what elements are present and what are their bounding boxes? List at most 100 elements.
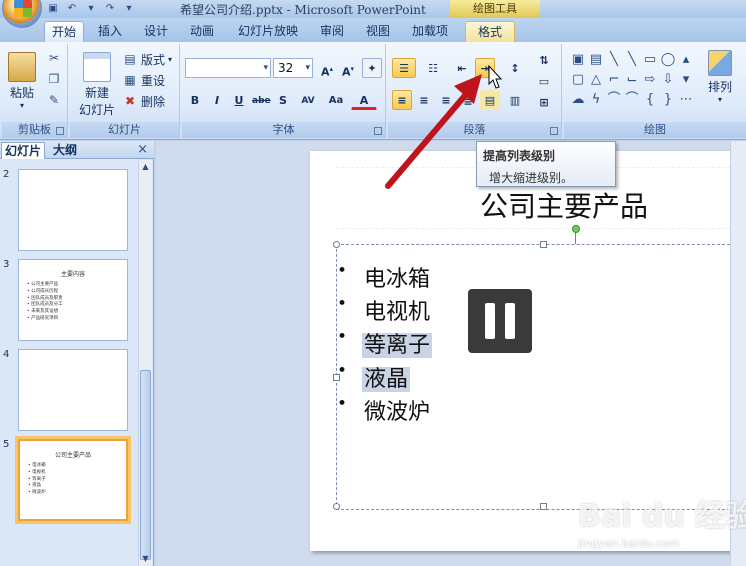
shadow-button[interactable]: S: [273, 90, 293, 110]
line2-shape-icon[interactable]: ╲: [624, 52, 640, 68]
scroll-down-arrow-icon[interactable]: ▼: [139, 552, 152, 566]
tab-insert[interactable]: 插入: [90, 21, 130, 42]
cloud-shape-icon[interactable]: ☁: [570, 92, 586, 108]
redo-icon[interactable]: ↷: [103, 3, 117, 15]
paste-button[interactable]: 粘贴 ▾: [4, 52, 40, 110]
grow-font-button[interactable]: A▴: [317, 58, 337, 79]
oval-shape-icon[interactable]: ◯: [660, 52, 676, 68]
slide-thumbnail[interactable]: [18, 349, 128, 431]
tab-slides[interactable]: 幻灯片: [1, 142, 46, 159]
underline-button[interactable]: U: [229, 90, 249, 110]
font-color-button[interactable]: A: [351, 90, 377, 110]
arrow-right-shape-icon[interactable]: ⇨: [642, 72, 658, 88]
align-text-button[interactable]: ▭: [534, 71, 554, 91]
font-size-combo[interactable]: 32: [273, 58, 313, 78]
tab-review[interactable]: 审阅: [312, 21, 352, 42]
tab-format[interactable]: 格式: [465, 21, 515, 42]
scroll-up-arrow-icon[interactable]: ▲: [139, 160, 152, 174]
brace-left-shape-icon[interactable]: {: [642, 92, 658, 108]
pane-scrollbar[interactable]: ▲ ▼: [138, 160, 152, 566]
slide-title[interactable]: 公司主要产品: [480, 185, 648, 225]
change-case-button[interactable]: Aa: [323, 90, 349, 110]
resize-handle[interactable]: [333, 503, 340, 510]
decrease-indent-button[interactable]: ⇤: [452, 58, 472, 78]
resize-handle[interactable]: [540, 241, 547, 248]
arrange-button[interactable]: 排列 ▾: [700, 50, 740, 104]
clear-format-button[interactable]: ✦: [362, 58, 382, 78]
close-icon[interactable]: ×: [137, 142, 148, 158]
tab-slideshow[interactable]: 幻灯片放映: [230, 21, 306, 42]
arrow-down-shape-icon[interactable]: ⇩: [660, 72, 676, 88]
copy-icon[interactable]: ❐: [46, 71, 62, 87]
slide-thumbnail-selected[interactable]: 公司主要产品 电冰箱 电视机 等离子 液晶 微波炉: [18, 439, 128, 521]
rounded-rect-shape-icon[interactable]: ▢: [570, 72, 586, 88]
slide-canvas[interactable]: 公司主要产品 电冰箱 电视机 等离子 液晶 微波炉: [310, 151, 746, 551]
brace-right-shape-icon[interactable]: }: [660, 92, 676, 108]
layout-button[interactable]: ▤ 版式 ▾: [122, 50, 172, 68]
numbering-button[interactable]: ☷: [420, 58, 446, 78]
font-name-combo[interactable]: [185, 58, 271, 78]
shrink-font-button[interactable]: A▾: [338, 58, 358, 79]
bullet-item[interactable]: 微波炉: [337, 394, 432, 426]
pause-icon[interactable]: [468, 289, 532, 353]
char-spacing-button[interactable]: AV: [295, 90, 321, 110]
strikethrough-button[interactable]: abe: [251, 90, 271, 110]
pane-scroll-thumb[interactable]: [140, 370, 151, 560]
undo-icon[interactable]: ↶: [65, 3, 79, 15]
tab-outline[interactable]: 大纲: [50, 142, 80, 159]
more-shapes-icon[interactable]: ⋯: [678, 92, 694, 108]
delete-button[interactable]: ✖ 删除: [122, 92, 165, 110]
justify-button[interactable]: ≣: [458, 90, 478, 110]
line-spacing-button[interactable]: ↕: [502, 58, 528, 78]
rectangle-shape-icon[interactable]: ▭: [642, 52, 658, 68]
triangle-shape-icon[interactable]: △: [588, 72, 604, 88]
vertical-textbox-shape-icon[interactable]: ▤: [588, 52, 604, 68]
slide-thumbnail[interactable]: [18, 169, 128, 251]
bullet-item[interactable]: 电冰箱: [337, 261, 432, 293]
clipboard-launcher[interactable]: [56, 127, 64, 135]
columns-button[interactable]: ▥: [502, 90, 528, 110]
italic-button[interactable]: I: [207, 90, 227, 110]
elbow-shape-icon[interactable]: ⌙: [624, 72, 640, 88]
tab-design[interactable]: 设计: [136, 21, 176, 42]
bullet-item-selected[interactable]: 液晶: [337, 361, 411, 393]
rotation-handle[interactable]: [572, 225, 580, 233]
tab-animation[interactable]: 动画: [182, 21, 222, 42]
align-right-button[interactable]: ≡: [436, 90, 456, 110]
align-left-button[interactable]: ≡: [392, 90, 412, 110]
curve2-shape-icon[interactable]: ⌒: [624, 92, 640, 108]
distributed-button[interactable]: ▤: [480, 90, 500, 110]
lightning-shape-icon[interactable]: ϟ: [588, 92, 604, 108]
tab-addins[interactable]: 加载项: [404, 21, 456, 42]
format-painter-icon[interactable]: ✎: [46, 92, 62, 108]
save-icon[interactable]: ▣: [46, 3, 60, 15]
resize-handle[interactable]: [540, 503, 547, 510]
bullets-button[interactable]: ☰: [392, 58, 416, 78]
scroll-down-icon[interactable]: ▾: [678, 72, 694, 88]
tab-view[interactable]: 视图: [358, 21, 398, 42]
curve-shape-icon[interactable]: ⌒: [606, 92, 622, 108]
align-center-button[interactable]: ≡: [414, 90, 434, 110]
bullet-item[interactable]: 电视机: [337, 294, 432, 326]
editor-scrollbar[interactable]: [730, 141, 746, 566]
tab-home[interactable]: 开始: [44, 21, 84, 42]
line-shape-icon[interactable]: ╲: [606, 52, 622, 68]
new-slide-button[interactable]: 新建 幻灯片: [74, 52, 120, 118]
dropdown-icon[interactable]: ▾: [84, 3, 98, 15]
textbox-shape-icon[interactable]: ▣: [570, 52, 586, 68]
bullet-item-selected[interactable]: 等离子: [337, 327, 433, 359]
slide-thumbnail[interactable]: 主要内容 公司主要产品 公司成长历程 团队成员及职责 团队成员及分工 未来及其设…: [18, 259, 128, 341]
bold-button[interactable]: B: [185, 90, 205, 110]
text-direction-button[interactable]: ⇅: [534, 50, 554, 70]
cut-icon[interactable]: ✂: [46, 50, 62, 66]
customize-qat-icon[interactable]: ▾: [122, 3, 136, 15]
connector-shape-icon[interactable]: ⌐: [606, 72, 622, 88]
smartart-button[interactable]: ⊞: [534, 92, 554, 112]
font-launcher[interactable]: [374, 127, 382, 135]
paste-dropdown-icon: ▾: [19, 101, 24, 110]
reset-button[interactable]: ▦ 重设: [122, 71, 165, 89]
resize-handle[interactable]: [333, 241, 340, 248]
increase-indent-button[interactable]: ⇥: [475, 58, 495, 78]
scroll-up-icon[interactable]: ▴: [678, 52, 694, 68]
paragraph-launcher[interactable]: [550, 127, 558, 135]
